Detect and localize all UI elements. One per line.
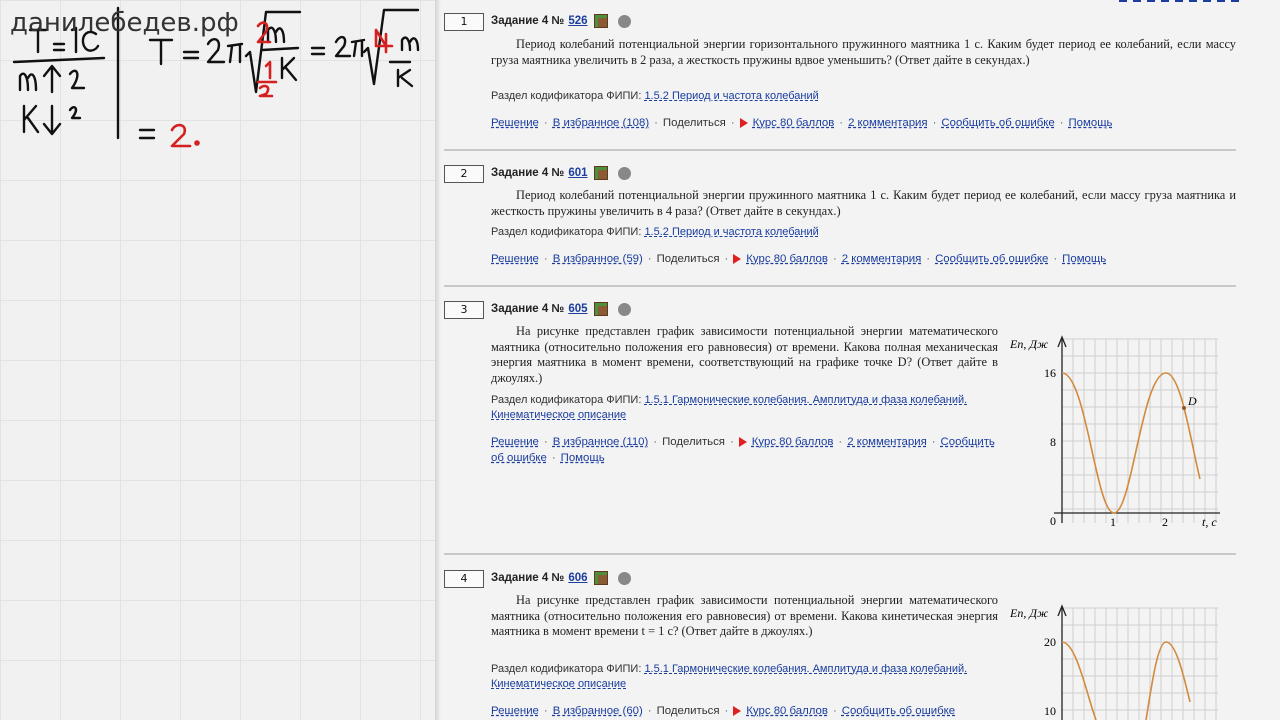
task-header: Задание 4 № 606 xyxy=(491,571,631,585)
share-link[interactable]: Поделиться xyxy=(657,705,720,717)
handwritten-notes xyxy=(12,6,420,148)
report-error-link[interactable]: Сообщить об ошибке xyxy=(941,117,1054,129)
cube-icon[interactable] xyxy=(593,571,608,585)
graph-grid xyxy=(1061,607,1218,720)
share-link[interactable]: Поделиться xyxy=(662,436,725,448)
play-icon xyxy=(739,117,748,128)
task-header: Задание 4 № 605 xyxy=(491,302,631,316)
codifier-label: Раздел кодификатора ФИПИ: xyxy=(491,663,642,675)
graph-ylabel: Eп, Дж xyxy=(1009,337,1048,351)
solution-link[interactable]: Решение xyxy=(491,705,539,717)
codifier-label: Раздел кодификатора ФИПИ: xyxy=(491,394,642,406)
energy-curve xyxy=(1061,641,1191,720)
codifier-label: Раздел кодификатора ФИПИ: xyxy=(491,226,642,238)
solution-link[interactable]: Решение xyxy=(491,436,539,448)
help-link[interactable]: Помощь xyxy=(561,452,605,464)
graph-axes xyxy=(1057,604,1067,720)
ytick-label: 10 xyxy=(1044,704,1056,718)
cube-icon[interactable] xyxy=(593,166,608,180)
codifier: Раздел кодификатора ФИПИ: 1.5.1 Гармонич… xyxy=(491,393,998,423)
task-actions: Решение · В избранное (110) · Поделиться · Кур… xyxy=(491,436,995,464)
point-d-marker xyxy=(1182,406,1186,410)
task-label: Задание 4 № xyxy=(491,167,565,179)
task-label: Задание 4 № xyxy=(491,572,565,584)
task-id-link[interactable]: 526 xyxy=(568,15,587,27)
xtick-label: 2 xyxy=(1162,515,1168,529)
graph-xlabel: t, c xyxy=(1202,515,1217,529)
task-id-link[interactable]: 606 xyxy=(568,572,587,584)
course-link[interactable]: Курс 80 баллов xyxy=(753,117,835,129)
report-error-link[interactable]: Сообщить об ошибке xyxy=(842,705,955,717)
task-label: Задание 4 № xyxy=(491,15,565,27)
play-icon xyxy=(738,436,747,447)
xtick-label: 1 xyxy=(1110,515,1116,529)
favorite-link[interactable]: В избранное (59) xyxy=(553,253,643,265)
task-list: 1 Задание 4 № 526 Период колебаний потен… xyxy=(441,0,1280,720)
status-dot-icon[interactable] xyxy=(617,302,631,316)
energy-graph: Eп, Дж 20 10 xyxy=(1009,604,1218,720)
ytick-label: 0 xyxy=(1050,514,1056,528)
comments-link[interactable]: 2 комментария xyxy=(842,253,922,265)
codifier: Раздел кодификатора ФИПИ: 1.5.2 Период и… xyxy=(491,225,819,240)
task-text: Период колебаний потенциальной энергии г… xyxy=(491,37,1236,67)
share-link[interactable]: Поделиться xyxy=(663,117,726,129)
task-number: 3 xyxy=(444,301,484,319)
graph-ylabel: Eп, Дж xyxy=(1009,606,1048,620)
whiteboard-panel: данилебедев.рф xyxy=(0,0,435,720)
divider xyxy=(444,149,1236,151)
task-number: 2 xyxy=(444,165,484,183)
favorite-link[interactable]: В избранное (110) xyxy=(553,436,649,448)
watermark: данилебедев.рф xyxy=(10,8,239,38)
favorite-link[interactable]: В избранное (60) xyxy=(553,705,643,717)
task-id-link[interactable]: 601 xyxy=(568,167,587,179)
solution-link[interactable]: Решение xyxy=(491,253,539,265)
help-link[interactable]: Помощь xyxy=(1069,117,1113,129)
task-actions: Решение · В избранное (108) · Поделиться · Кур… xyxy=(491,117,1113,129)
ytick-label: 20 xyxy=(1044,635,1056,649)
energy-graph: Eп, Дж 16 8 0 1 2 t, c D xyxy=(1009,335,1220,529)
course-link[interactable]: Курс 80 баллов xyxy=(746,253,828,265)
favorite-link[interactable]: В избранное (108) xyxy=(553,117,649,129)
task-header: Задание 4 № 526 xyxy=(491,14,631,28)
codifier-link[interactable]: 1.5.2 Период и частота колебаний xyxy=(644,90,818,102)
cube-icon[interactable] xyxy=(593,14,608,28)
task-id-link[interactable]: 605 xyxy=(568,303,587,315)
task-text: Период колебаний потенциальной энергии п… xyxy=(491,188,1236,218)
graph-axes xyxy=(1054,335,1220,523)
task-header: Задание 4 № 601 xyxy=(491,166,631,180)
task-actions: Решение · В избранное (60) · Поделиться · Курс… xyxy=(491,705,956,717)
task-text: На рисунке представлен график зависимост… xyxy=(491,324,998,385)
solution-link[interactable]: Решение xyxy=(491,117,539,129)
codifier: Раздел кодификатора ФИПИ: 1.5.1 Гармонич… xyxy=(491,662,998,692)
cube-icon[interactable] xyxy=(593,302,608,316)
divider xyxy=(444,285,1236,287)
divider xyxy=(444,553,1236,555)
status-dot-icon[interactable] xyxy=(617,14,631,28)
task-number: 4 xyxy=(444,570,484,588)
top-link-strip[interactable] xyxy=(1119,0,1239,2)
comments-link[interactable]: 2 комментария xyxy=(847,436,927,448)
report-error-link[interactable]: Сообщить об ошибке xyxy=(935,253,1048,265)
status-dot-icon[interactable] xyxy=(617,571,631,585)
course-link[interactable]: Курс 80 баллов xyxy=(746,705,828,717)
task-number: 1 xyxy=(444,13,484,31)
ytick-label: 16 xyxy=(1044,366,1056,380)
play-icon xyxy=(733,705,742,716)
play-icon xyxy=(733,253,742,264)
codifier: Раздел кодификатора ФИПИ: 1.5.2 Период и… xyxy=(491,89,819,104)
share-link[interactable]: Поделиться xyxy=(657,253,720,265)
status-dot-icon[interactable] xyxy=(617,166,631,180)
point-d-label: D xyxy=(1187,394,1197,408)
task-text: На рисунке представлен график зависимост… xyxy=(491,593,998,638)
help-link[interactable]: Помощь xyxy=(1062,253,1106,265)
codifier-label: Раздел кодификатора ФИПИ: xyxy=(491,90,642,102)
course-link[interactable]: Курс 80 баллов xyxy=(752,436,834,448)
task-actions: Решение · В избранное (59) · Поделиться · Курс… xyxy=(491,253,1107,265)
ytick-label: 8 xyxy=(1050,435,1056,449)
comments-link[interactable]: 2 комментария xyxy=(848,117,928,129)
codifier-link[interactable]: 1.5.2 Период и частота колебаний xyxy=(644,226,818,238)
task-label: Задание 4 № xyxy=(491,303,565,315)
